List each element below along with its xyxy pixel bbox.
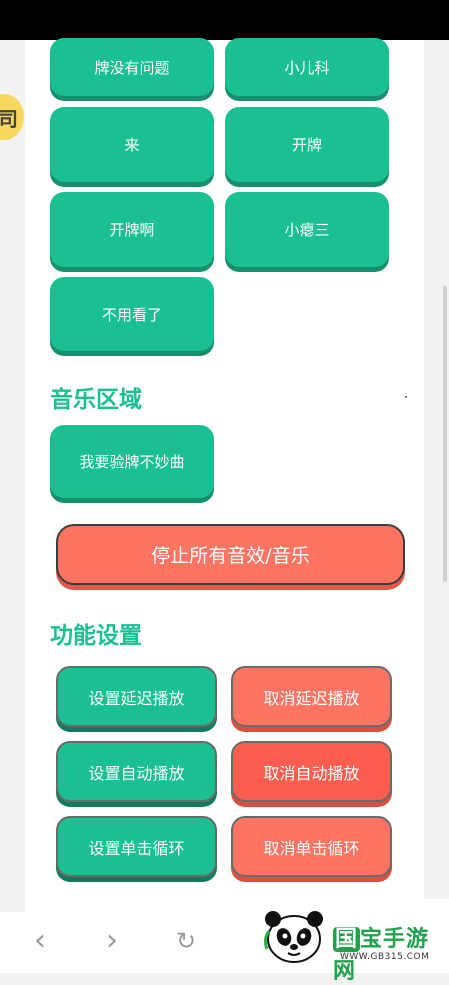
watermark-url-text: WWW.GB315.COM: [340, 952, 430, 962]
sound-button[interactable]: 小瘪三: [225, 192, 389, 267]
sound-button[interactable]: 小儿科: [225, 38, 389, 96]
sound-button[interactable]: 来: [50, 107, 214, 182]
set-delay-label: 设置延迟播放: [88, 688, 185, 708]
set-loop-button[interactable]: 设置单击循环: [56, 816, 217, 877]
cancel-delay-label: 取消延迟播放: [263, 688, 360, 708]
sound-button[interactable]: 开牌啊: [50, 192, 214, 267]
sound-button[interactable]: 不用看了: [50, 277, 214, 351]
sound-button-label: 不用看了: [101, 305, 162, 324]
status-bar: [0, 0, 449, 40]
cancel-auto-button[interactable]: 取消自动播放: [231, 741, 392, 802]
settings-section-title: 功能设置: [50, 623, 142, 649]
set-loop-label: 设置单击循环: [88, 838, 185, 858]
sound-button-label: 牌没有问题: [94, 58, 170, 77]
floating-badge-char: 司: [0, 106, 18, 131]
forward-icon[interactable]: ›: [106, 916, 118, 966]
refresh-icon[interactable]: ↻: [176, 916, 196, 966]
sound-button-label: 来: [124, 136, 140, 154]
watermark-url: WWW.GB315.COM: [340, 952, 429, 962]
stop-all-label: 停止所有音效/音乐: [151, 545, 310, 567]
set-delay-button[interactable]: 设置延迟播放: [56, 666, 217, 727]
set-auto-button[interactable]: 设置自动播放: [56, 741, 217, 802]
music-button-label: 我要验牌不妙曲: [79, 453, 185, 471]
back-icon[interactable]: ‹: [34, 916, 46, 966]
music-section-title: 音乐区域: [50, 387, 142, 413]
sound-button-label: 小瘪三: [284, 221, 330, 239]
scrollbar[interactable]: [443, 286, 447, 582]
floating-badge[interactable]: 司: [0, 94, 24, 140]
stray-dot: [405, 396, 407, 398]
cancel-loop-button[interactable]: 取消单击循环: [231, 816, 392, 877]
cancel-delay-button[interactable]: 取消延迟播放: [231, 666, 392, 727]
watermark-brand-chip: 国: [333, 927, 361, 952]
cancel-auto-label: 取消自动播放: [263, 763, 360, 783]
sound-button-label: 开牌: [291, 136, 322, 154]
cancel-loop-label: 取消单击循环: [263, 838, 360, 858]
stop-all-button[interactable]: 停止所有音效/音乐: [56, 524, 405, 585]
set-auto-label: 设置自动播放: [88, 763, 185, 783]
sound-button[interactable]: 牌没有问题: [50, 38, 214, 96]
sound-button-label: 小儿科: [284, 58, 330, 77]
sound-button-label: 开牌啊: [109, 221, 155, 239]
sound-button[interactable]: 开牌: [225, 107, 389, 182]
panda-logo-icon: [263, 911, 323, 963]
music-button[interactable]: 我要验牌不妙曲: [50, 425, 214, 498]
